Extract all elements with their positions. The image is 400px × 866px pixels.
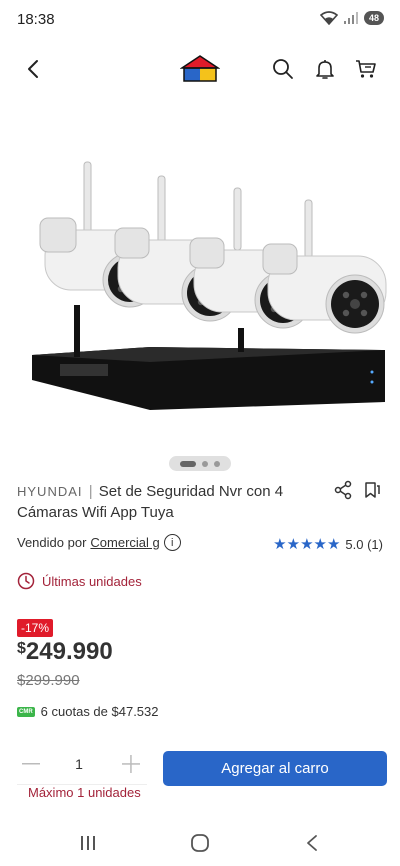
system-back-button[interactable] (299, 830, 325, 856)
status-bar: 18:38 48 (0, 0, 400, 40)
carousel-indicator[interactable] (169, 456, 231, 471)
chevron-left-icon (28, 60, 38, 78)
old-price: $299.990 (17, 672, 80, 689)
quantity-value[interactable]: 1 (69, 756, 89, 772)
share-button[interactable] (333, 480, 355, 502)
search-icon (273, 59, 293, 79)
clock-icon (17, 572, 35, 590)
wifi-icon (319, 11, 338, 25)
add-to-cart-button[interactable]: Agregar al carro (163, 751, 387, 786)
seller-prefix: Vendido por (17, 535, 87, 550)
title-separator: | (88, 483, 93, 500)
installments-info: CMR 6 cuotas de $47.532 (17, 704, 159, 719)
increase-quantity-button[interactable] (117, 750, 145, 778)
stock-text: Últimas unidades (42, 573, 142, 589)
decrease-quantity-button[interactable] (17, 750, 45, 778)
bell-icon (316, 60, 334, 79)
recent-apps-icon (81, 836, 95, 850)
seller-link[interactable]: Comercial g (90, 535, 159, 550)
cart-button[interactable] (351, 54, 381, 84)
back-arrow-icon (307, 835, 317, 851)
security-camera-set-image (32, 161, 387, 410)
back-button[interactable] (18, 54, 48, 84)
rating-text: 5.0 (1) (345, 536, 383, 552)
quantity-stepper: 1 (17, 750, 147, 785)
carousel-dot-3[interactable] (214, 460, 220, 467)
currency-symbol: $ (17, 640, 26, 657)
search-button[interactable] (268, 54, 298, 84)
rating[interactable]: ★★★★★ 5.0 (1) (273, 535, 383, 553)
info-icon[interactable]: i (163, 534, 181, 551)
installments-text: 6 cuotas de $47.532 (40, 704, 159, 719)
recent-apps-button[interactable] (75, 830, 101, 856)
battery-indicator: 48 (363, 11, 384, 25)
home-circle-icon (191, 834, 209, 852)
cart-icon (356, 60, 376, 78)
carousel-dot-2[interactable] (202, 460, 208, 467)
discount-badge: -17% (17, 619, 54, 637)
brand-name[interactable]: HYUNDAI (17, 484, 83, 499)
carousel-dot-1[interactable] (180, 460, 196, 467)
star-rating-icon: ★★★★★ (273, 536, 341, 553)
home-button[interactable] (187, 830, 213, 856)
notifications-button[interactable] (310, 54, 340, 84)
save-list-button[interactable] (362, 480, 384, 502)
status-time: 18:38 (17, 11, 55, 28)
status-icons: 48 (319, 11, 384, 25)
house-logo-icon[interactable] (179, 54, 221, 89)
stock-status: Últimas unidades (17, 572, 142, 590)
product-image[interactable] (0, 140, 400, 440)
cmr-badge: CMR (17, 706, 35, 717)
top-nav (0, 44, 400, 96)
price-value: 249.990 (25, 638, 113, 665)
signal-icon (343, 12, 358, 24)
bookmark-icon (365, 482, 380, 498)
seller-info: Vendido por Comercial g i (17, 534, 181, 551)
max-units-text: Máximo 1 unidades (28, 785, 141, 800)
plus-icon (122, 755, 140, 773)
current-price: $249.990 (17, 638, 113, 666)
system-nav-bar (0, 820, 400, 866)
minus-icon (22, 763, 40, 765)
product-title: HYUNDAI | Set de Seguridad Nvr con 4 Cám… (17, 481, 317, 523)
share-icon (334, 480, 352, 500)
